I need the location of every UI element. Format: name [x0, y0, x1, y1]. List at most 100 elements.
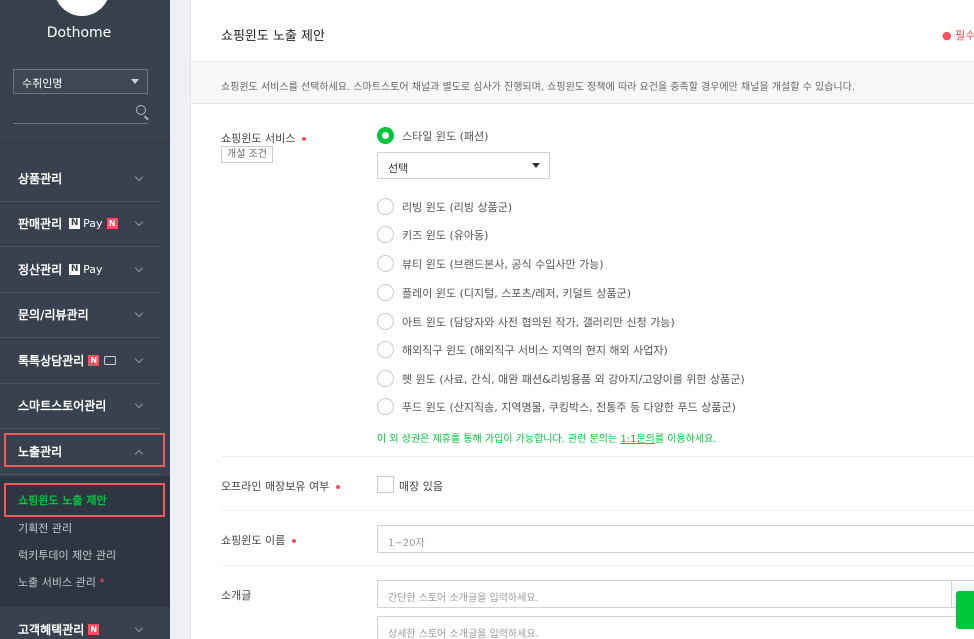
- divider: [221, 565, 974, 566]
- menu-item-settlement[interactable]: 정산관리 N Pay: [0, 247, 160, 293]
- service-label: 쇼핑윈도 서비스: [221, 130, 307, 146]
- divider: [221, 456, 974, 457]
- menu-label: 톡톡상담관리: [18, 354, 85, 368]
- radio-label: 펫 윈도 (사료, 간식, 애완 패션&리빙용품 외 강아지/고양이를 위한 상…: [402, 372, 745, 386]
- radio-label: 뷰티 윈도 (브랜드본사, 공식 수입사만 가능): [402, 257, 604, 271]
- short-intro-input[interactable]: 간단한 스토어 소개글을 입력하세요.: [377, 580, 951, 608]
- main-content: 쇼핑윈도 노출 제안 ● 필수항목 쇼핑윈도 서비스를 선택하세요. 스마트스토…: [190, 0, 974, 639]
- menu-label: 판매관리: [18, 217, 63, 231]
- description-bar: 쇼핑윈도 서비스를 선택하세요. 스마트스토어 채널과 별도로 심사가 진행되며…: [191, 62, 974, 104]
- radio-button[interactable]: [377, 398, 394, 415]
- radio-button[interactable]: [377, 341, 394, 358]
- inquiry-link[interactable]: 1:1문의: [620, 434, 655, 445]
- pay-label: Pay: [83, 217, 103, 230]
- chevron-down-icon: [134, 399, 144, 409]
- radio-label: 리빙 윈도 (리빙 상품군): [402, 200, 513, 214]
- note-text: 이 외 상권은 제휴를 통해 가입이 가능합니다. 관련 문의는: [377, 434, 621, 445]
- menu-item-products[interactable]: 상품관리: [0, 156, 160, 202]
- radio-option[interactable]: 펫 윈도 (사료, 간식, 애완 패션&리빙용품 외 강아지/고양이를 위한 상…: [377, 370, 745, 387]
- divider: [0, 142, 170, 143]
- new-badge: N: [106, 218, 118, 229]
- submenu-item-lucky-today[interactable]: 럭키투데이 제안 관리: [18, 547, 116, 563]
- caret-down-icon: [131, 79, 139, 84]
- menu-item-sales[interactable]: 판매관리 N Pay N: [0, 201, 160, 247]
- menu-label: 정산관리: [18, 263, 63, 277]
- radio-label: 키즈 윈도 (유아동): [402, 228, 489, 242]
- chevron-down-icon: [134, 308, 144, 318]
- field-label: 쇼핑윈도 이름: [221, 534, 286, 547]
- radio-option[interactable]: 아트 윈도 (담당자와 사전 협의된 작가, 갤러리만 신청 가능): [377, 313, 675, 330]
- style-category-select[interactable]: 선택: [377, 152, 550, 179]
- naver-n-icon: N: [69, 218, 81, 229]
- long-intro-textarea[interactable]: 상세한 스토어 소개글을 입력하세요.: [377, 616, 974, 639]
- page-header: 쇼핑윈도 노출 제안 ● 필수항목: [191, 0, 974, 62]
- chevron-down-icon: [134, 217, 144, 227]
- menu-label: 스마트스토어관리: [18, 399, 107, 413]
- radio-button[interactable]: [377, 198, 394, 215]
- required-dot: [336, 485, 341, 489]
- radio-label: 해외직구 윈도 (해외직구 서비스 지역의 현지 해외 사업자): [402, 343, 668, 357]
- pay-label: Pay: [83, 263, 103, 276]
- radio-checked[interactable]: [377, 127, 394, 144]
- required-note: ● 필수항목: [942, 29, 974, 42]
- condition-button[interactable]: 개설 조건: [221, 146, 273, 163]
- partnership-note: 이 외 상권은 제휴를 통해 가입이 가능합니다. 관련 문의는 1:1문의를 …: [377, 430, 716, 445]
- submenu-item-exposure-service[interactable]: 노출 서비스 관리 *: [18, 574, 105, 590]
- menu-item-inquiry[interactable]: 문의/리뷰관리: [0, 292, 160, 338]
- divider: [221, 510, 974, 511]
- brand-name: Dothome: [46, 25, 112, 41]
- name-label: 쇼핑윈도 이름: [221, 532, 297, 548]
- radio-button[interactable]: [377, 226, 394, 243]
- avatar[interactable]: [54, 0, 110, 16]
- window-name-input[interactable]: 1~20자: [377, 525, 974, 553]
- menu-label: 문의/리뷰관리: [18, 308, 89, 322]
- radio-option[interactable]: 키즈 윈도 (유아동): [377, 226, 488, 243]
- sidebar: Dothome 수취인명 상품관리 판매관리 N Pay N 정산관리 N Pay …: [0, 0, 170, 639]
- radio-label: 푸드 윈도 (산지직송, 지역명물, 쿠킹박스, 전통주 등 다양한 푸드 상품…: [402, 400, 736, 414]
- chat-icon: [104, 356, 117, 365]
- field-label: 쇼핑윈도 서비스: [221, 132, 296, 145]
- chevron-down-icon: [134, 172, 144, 182]
- store-select-value: 수취인명: [22, 77, 63, 90]
- description-text: 쇼핑윈도 서비스를 선택하세요. 스마트스토어 채널과 별도로 심사가 진행되며…: [221, 82, 855, 93]
- menu-item-talk[interactable]: 톡톡상담관리 N: [0, 338, 160, 384]
- sidebar-search-input[interactable]: [13, 100, 148, 124]
- page-title: 쇼핑윈도 노출 제안: [221, 29, 325, 44]
- submenu-item-shopping-window[interactable]: 쇼핑윈도 노출 제안: [18, 492, 107, 508]
- radio-option[interactable]: 플레이 윈도 (디지털, 스포츠/레저, 키덜트 상품군): [377, 284, 631, 301]
- npay-badge: N Pay: [69, 217, 103, 230]
- radio-button[interactable]: [377, 284, 394, 301]
- radio-button[interactable]: [377, 370, 394, 387]
- radio-label: 플레이 윈도 (디지털, 스포츠/레저, 키덜트 상품군): [402, 286, 632, 300]
- chevron-down-icon: [134, 263, 144, 273]
- highlight-box: [4, 433, 165, 467]
- required-dot: [292, 539, 297, 543]
- select-value: 선택: [388, 162, 409, 175]
- submenu-item-special[interactable]: 기획전 관리: [18, 520, 72, 536]
- menu-item-smartstore[interactable]: 스마트스토어관리: [0, 383, 160, 429]
- menu-label: 상품관리: [18, 172, 63, 186]
- required-dot: [302, 137, 307, 141]
- radio-button[interactable]: [377, 313, 394, 330]
- radio-style-window[interactable]: 스타일 윈도 (패션): [377, 127, 488, 144]
- radio-option[interactable]: 푸드 윈도 (산지직송, 지역명물, 쿠킹박스, 전통주 등 다양한 푸드 상품…: [377, 398, 736, 415]
- note-text: 를 이용하세요.: [654, 434, 717, 445]
- search-icon[interactable]: [136, 105, 146, 115]
- store-select[interactable]: 수취인명: [13, 69, 148, 94]
- radio-label: 스타일 윈도 (패션): [402, 129, 489, 143]
- field-label: 오프라인 매장보유 여부: [221, 480, 330, 493]
- radio-option[interactable]: 뷰티 윈도 (브랜드본사, 공식 수입사만 가능): [377, 255, 604, 272]
- floating-help-button[interactable]: [956, 591, 974, 629]
- offline-label: 오프라인 매장보유 여부: [221, 478, 341, 494]
- radio-option[interactable]: 리빙 윈도 (리빙 상품군): [377, 198, 512, 215]
- checkbox-label: 매장 있음: [399, 480, 443, 493]
- menu-label: 고객혜택관리: [18, 623, 85, 637]
- radio-button[interactable]: [377, 255, 394, 272]
- submenu-label: 노출 서비스 관리: [18, 576, 96, 589]
- menu-item-customer[interactable]: 고객혜택관리 N: [0, 607, 160, 639]
- required-star: *: [99, 576, 105, 589]
- radio-label: 아트 윈도 (담당자와 사전 협의된 작가, 갤러리만 신청 가능): [402, 315, 675, 329]
- npay-badge: N Pay: [69, 263, 103, 276]
- offline-store-checkbox[interactable]: [377, 476, 394, 493]
- radio-option[interactable]: 해외직구 윈도 (해외직구 서비스 지역의 현지 해외 사업자): [377, 341, 668, 358]
